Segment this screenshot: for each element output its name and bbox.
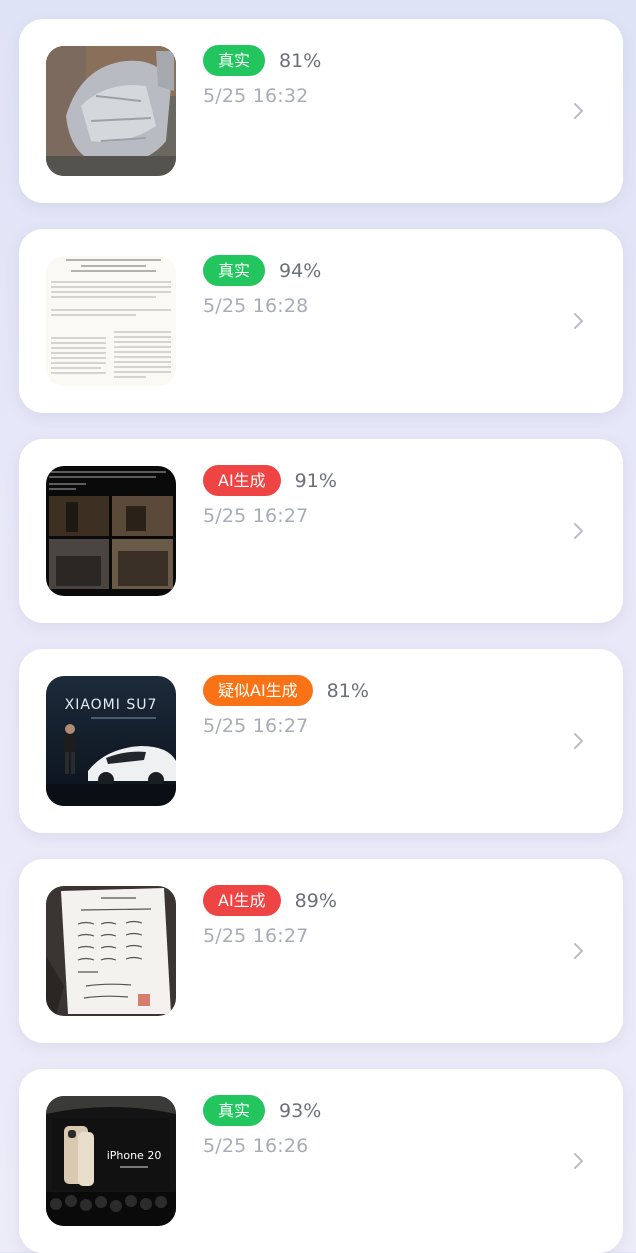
confidence-score: 91% <box>294 469 337 492</box>
confidence-score: 89% <box>294 889 337 912</box>
history-card[interactable]: AI生成 91% 5/25 16:27 <box>19 439 623 623</box>
chevron-right-icon <box>569 941 589 961</box>
thumbnail-news-collage <box>46 466 176 596</box>
timestamp: 5/25 16:27 <box>203 925 309 947</box>
status-badge: AI生成 <box>203 885 281 916</box>
chevron-right-icon <box>569 311 589 331</box>
thumbnail-document <box>46 256 176 386</box>
thumbnail-xiaomi-su7: XIAOMI SU7 <box>46 676 176 806</box>
chevron-right-icon <box>569 521 589 541</box>
timestamp: 5/25 16:27 <box>203 715 309 737</box>
status-badge: 真实 <box>203 1095 266 1126</box>
chevron-right-icon <box>569 1151 589 1171</box>
status-badge: AI生成 <box>203 465 281 496</box>
chevron-right-icon <box>569 731 589 751</box>
item-info: 疑似AI生成 81% 5/25 16:27 <box>203 675 369 737</box>
timestamp: 5/25 16:32 <box>203 85 309 107</box>
confidence-score: 81% <box>326 679 369 702</box>
timestamp: 5/25 16:27 <box>203 505 309 527</box>
confidence-score: 93% <box>279 1099 322 1122</box>
history-card[interactable]: 真实 94% 5/25 16:28 <box>19 229 623 413</box>
history-card[interactable]: iPhone 20 真实 93% 5/25 16:26 <box>19 1069 623 1253</box>
thumb-caption: XIAOMI SU7 <box>65 697 158 713</box>
status-badge: 真实 <box>203 255 266 286</box>
confidence-score: 94% <box>279 259 322 282</box>
item-info: 真实 81% 5/25 16:32 <box>203 45 321 107</box>
item-info: 真实 93% 5/25 16:26 <box>203 1095 321 1157</box>
history-card[interactable]: 真实 81% 5/25 16:32 <box>19 19 623 203</box>
thumbnail-iphone-event: iPhone 20 <box>46 1096 176 1226</box>
timestamp: 5/25 16:28 <box>203 295 309 317</box>
thumbnail-motorcycle-cover <box>46 46 176 176</box>
confidence-score: 81% <box>279 49 322 72</box>
item-info: AI生成 89% 5/25 16:27 <box>203 885 337 947</box>
item-info: AI生成 91% 5/25 16:27 <box>203 465 337 527</box>
thumbnail-handwritten-note <box>46 886 176 1016</box>
item-info: 真实 94% 5/25 16:28 <box>203 255 321 317</box>
history-card[interactable]: XIAOMI SU7 疑似AI生成 81% 5/25 16:27 <box>19 649 623 833</box>
status-badge: 真实 <box>203 45 266 76</box>
timestamp: 5/25 16:26 <box>203 1135 309 1157</box>
chevron-right-icon <box>569 101 589 121</box>
status-badge: 疑似AI生成 <box>203 675 313 706</box>
thumb-caption: iPhone 20 <box>107 1149 162 1162</box>
history-card[interactable]: AI生成 89% 5/25 16:27 <box>19 859 623 1043</box>
